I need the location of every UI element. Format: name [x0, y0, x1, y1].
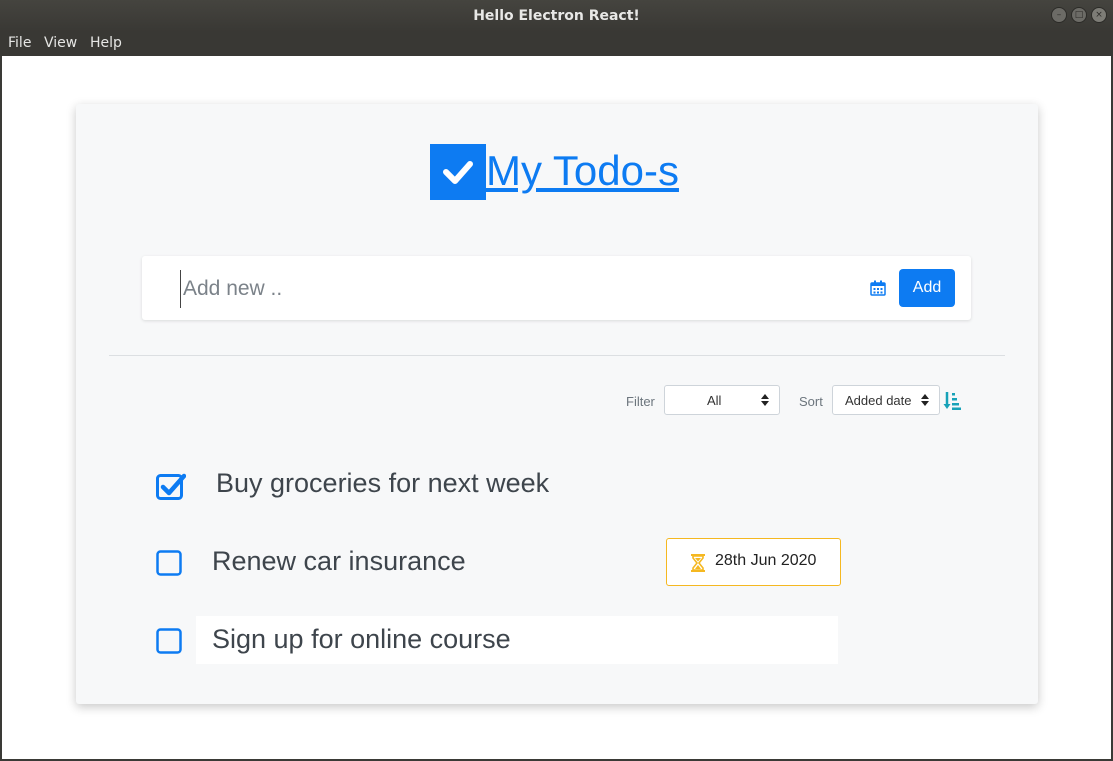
- menu-help[interactable]: Help: [90, 35, 122, 51]
- due-date-badge[interactable]: 28th Jun 2020: [666, 538, 841, 586]
- todo-text[interactable]: Buy groceries for next week: [216, 468, 549, 499]
- filter-label: Filter: [626, 394, 655, 409]
- new-todo-input[interactable]: [180, 270, 825, 308]
- todo-card: My Todo-s Add Filter All: [76, 104, 1038, 704]
- select-arrows-icon: [761, 392, 769, 408]
- sort-select[interactable]: Added date: [832, 385, 940, 415]
- todo-item: Sign up for online course: [156, 616, 856, 664]
- todo-text[interactable]: Sign up for online course: [212, 624, 511, 655]
- select-arrows-icon: [921, 392, 929, 408]
- sort-label: Sort: [799, 394, 823, 409]
- page-title-link[interactable]: My Todo-s: [486, 148, 679, 194]
- checkbox-empty-icon[interactable]: [156, 550, 182, 576]
- due-date-text: 28th Jun 2020: [715, 552, 817, 569]
- window-controls: – □ ×: [1051, 7, 1107, 23]
- hourglass-icon: [691, 554, 705, 572]
- close-button[interactable]: ×: [1091, 7, 1107, 23]
- filter-select-value: All: [707, 393, 722, 408]
- sort-select-value: Added date: [845, 393, 912, 408]
- maximize-button[interactable]: □: [1071, 7, 1087, 23]
- window-title: Hello Electron React!: [473, 8, 640, 24]
- page-title: My Todo-s: [430, 144, 679, 200]
- divider: [109, 355, 1005, 356]
- filter-select[interactable]: All: [664, 385, 780, 415]
- minimize-button[interactable]: –: [1051, 7, 1067, 23]
- add-button[interactable]: Add: [899, 269, 955, 307]
- menu-view[interactable]: View: [44, 35, 77, 51]
- check-logo-icon: [430, 144, 486, 200]
- menu-file[interactable]: File: [8, 35, 31, 51]
- menu-bar: File View Help: [0, 32, 1113, 56]
- calendar-icon[interactable]: [870, 280, 886, 296]
- todo-item: Buy groceries for next week: [156, 460, 856, 508]
- todo-text[interactable]: Renew car insurance: [212, 546, 466, 577]
- app-content: My Todo-s Add Filter All: [2, 56, 1111, 759]
- checkbox-checked-icon[interactable]: [156, 472, 187, 500]
- checkbox-empty-icon[interactable]: [156, 628, 182, 654]
- add-todo-form: Add: [142, 256, 971, 320]
- sort-ascending-icon[interactable]: [943, 391, 961, 411]
- window-titlebar: Hello Electron React! – □ ×: [0, 0, 1113, 32]
